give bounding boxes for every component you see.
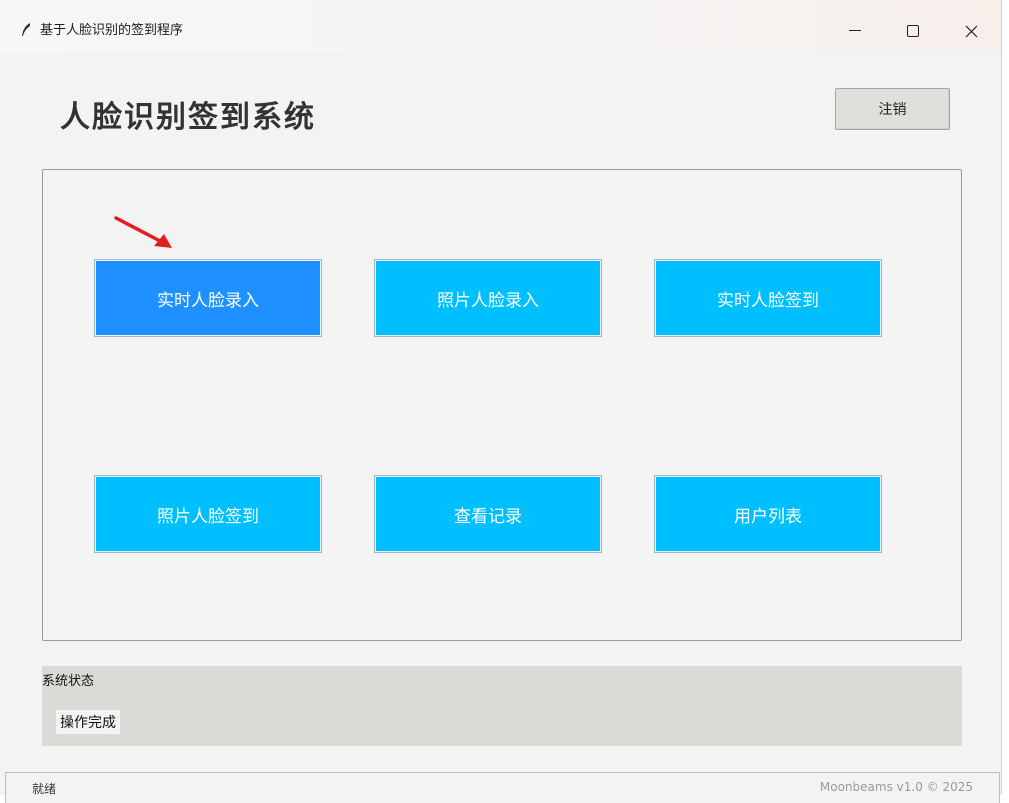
status-value: 操作完成 [56,710,120,734]
status-label: 系统状态 [42,674,95,689]
logout-button[interactable]: 注销 [835,88,950,130]
page-title: 人脸识别签到系统 [60,100,316,135]
main-content: 人脸识别签到系统 注销 实时人脸录入 照片人脸录入 实时人脸签到 照片人脸签到 … [0,52,1001,803]
app-window: 基于人脸识别的签到程序 人脸识别签到系统 注销 实时人脸录入 照片人脸录入 实时… [0,0,1002,803]
maximize-icon [907,25,919,37]
close-button[interactable] [948,12,994,50]
version-text: Moonbeams v1.0 © 2025 [819,780,973,794]
title-bar: 基于人脸识别的签到程序 [0,0,1001,52]
view-records-button[interactable]: 查看记录 [374,475,602,553]
ready-text: 就绪 [32,782,57,796]
status-section: 系统状态 操作完成 [42,666,962,746]
realtime-face-checkin-button[interactable]: 实时人脸签到 [654,259,882,337]
status-bar: 就绪 Moonbeams v1.0 © 2025 [5,772,1000,803]
minimize-icon [849,30,861,31]
pointer-arrow-icon [114,216,172,248]
photo-face-enroll-button[interactable]: 照片人脸录入 [374,259,602,337]
close-icon [965,25,977,37]
photo-face-checkin-button[interactable]: 照片人脸签到 [94,475,322,553]
realtime-face-enroll-button[interactable]: 实时人脸录入 [94,259,322,337]
minimize-button[interactable] [832,12,878,50]
actions-panel: 实时人脸录入 照片人脸录入 实时人脸签到 照片人脸签到 查看记录 用户列表 [42,169,962,641]
feather-icon [22,23,30,36]
maximize-button[interactable] [890,12,936,50]
window-title: 基于人脸识别的签到程序 [40,23,184,38]
user-list-button[interactable]: 用户列表 [654,475,882,553]
